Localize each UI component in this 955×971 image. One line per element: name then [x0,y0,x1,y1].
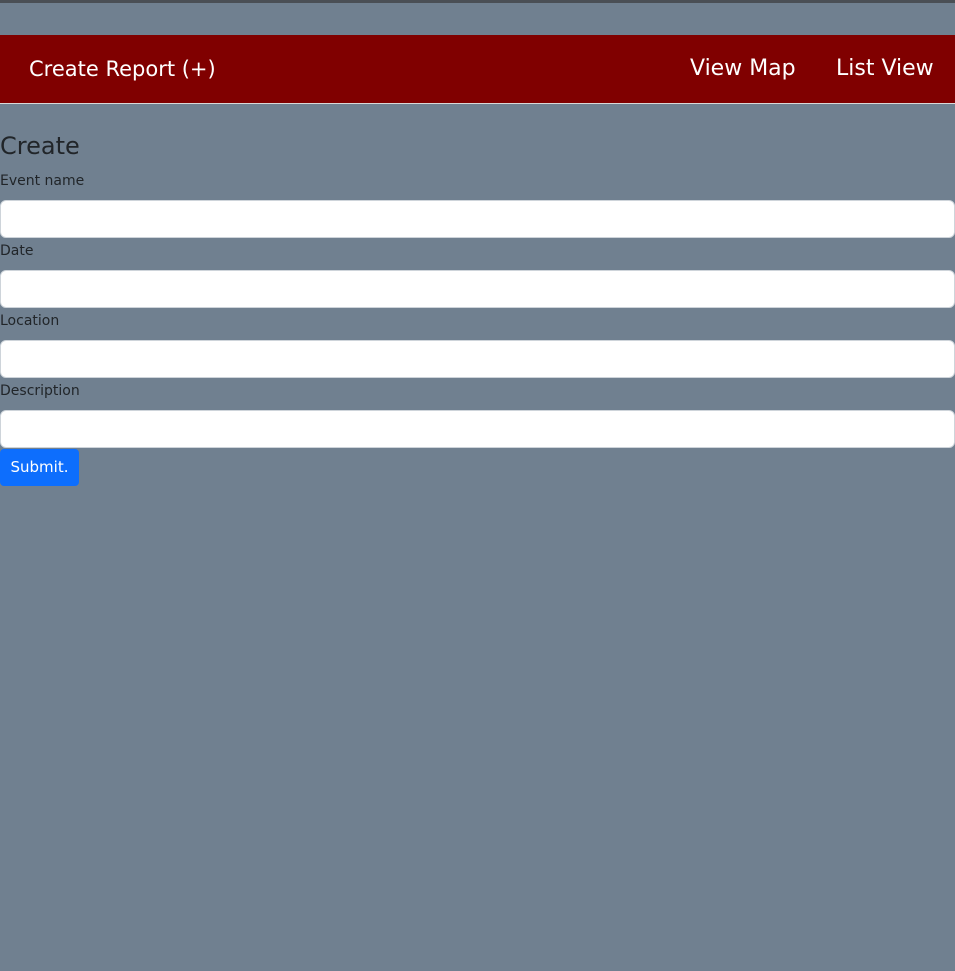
window-top-border [0,0,955,3]
navbar: Create Report (+) View Map List View [0,35,955,104]
date-label: Date [0,243,34,259]
description-label: Description [0,383,80,399]
date-input[interactable] [0,270,955,308]
create-report-link[interactable]: Create Report (+) [29,57,216,82]
page-title: Create [0,132,80,160]
event-name-label: Event name [0,173,85,189]
event-name-input[interactable] [0,200,955,238]
list-view-link[interactable]: List View [836,56,934,82]
view-map-link[interactable]: View Map [690,56,796,82]
location-label: Location [0,313,60,329]
submit-button[interactable]: Submit. [0,449,79,486]
description-input[interactable] [0,410,955,448]
location-input[interactable] [0,340,955,378]
